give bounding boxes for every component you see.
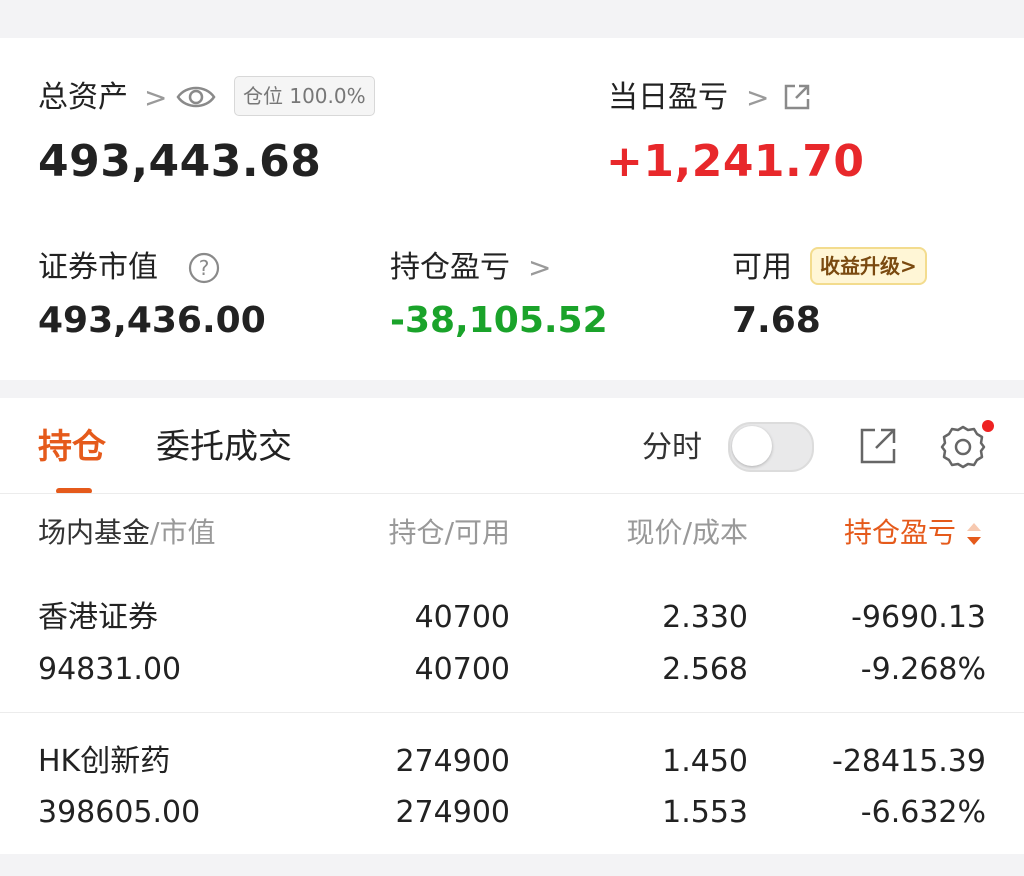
tab-orders[interactable]: 委托成交: [156, 427, 292, 467]
timeshare-toggle[interactable]: [728, 422, 814, 472]
holding-pnl-value: -38,105.52: [390, 300, 608, 341]
fund-name: 香港证券: [38, 600, 158, 635]
tab-divider: [0, 493, 1024, 494]
column-header-holding[interactable]: 持仓/可用: [389, 516, 510, 550]
column-header-fund-main: 场内基金: [38, 516, 151, 549]
holding-qty: 40700: [414, 600, 510, 635]
column-header-holding-main: 持仓: [388, 516, 445, 549]
holding-pnl-pct: -9.268%: [860, 652, 986, 687]
available-label: 可用: [732, 250, 792, 285]
share-external-icon[interactable]: [858, 426, 898, 470]
column-header-fund[interactable]: 场内基金/市值: [38, 516, 215, 550]
available-qty: 40700: [414, 652, 510, 687]
column-header-pnl-label: 持仓盈亏: [844, 516, 957, 549]
upgrade-earnings-badge[interactable]: 收益升级>: [810, 247, 927, 285]
timeshare-label: 分时: [642, 430, 702, 465]
notification-dot: [982, 420, 994, 432]
daily-pnl-label[interactable]: 当日盈亏: [608, 80, 728, 116]
column-header-fund-sub: /市值: [150, 516, 216, 549]
share-external-icon[interactable]: [782, 82, 812, 116]
gear-icon[interactable]: [940, 424, 986, 474]
chevron-right-icon[interactable]: >: [528, 250, 551, 286]
holding-pnl-pct: -6.632%: [860, 795, 986, 830]
holding-pnl: -28415.39: [832, 744, 986, 779]
column-header-price-main: 现价: [626, 516, 683, 549]
column-header-price-sub: /成本: [682, 516, 748, 549]
holding-qty: 274900: [395, 744, 510, 779]
cost-price: 1.553: [662, 795, 748, 830]
chevron-right-icon[interactable]: >: [746, 80, 769, 116]
column-header-holding-sub: /可用: [444, 516, 510, 549]
available-value: 7.68: [732, 300, 821, 341]
tab-positions[interactable]: 持仓: [38, 427, 106, 467]
column-header-price[interactable]: 现价/成本: [627, 516, 748, 550]
total-assets-value: 493,443.68: [38, 136, 322, 187]
current-price: 2.330: [662, 600, 748, 635]
chevron-right-icon[interactable]: >: [144, 80, 167, 116]
market-value: 398605.00: [38, 795, 201, 830]
holding-pnl-label[interactable]: 持仓盈亏: [390, 250, 510, 286]
securities-value-label: 证券市值: [38, 250, 158, 285]
market-value: 94831.00: [38, 652, 182, 687]
help-icon[interactable]: ?: [188, 252, 220, 288]
available-qty: 274900: [395, 795, 510, 830]
column-header-pnl[interactable]: 持仓盈亏: [844, 516, 956, 550]
position-ratio-badge: 仓位 100.0%: [234, 76, 375, 116]
svg-text:?: ?: [199, 256, 210, 280]
row-divider: [0, 712, 1024, 713]
current-price: 1.450: [662, 744, 748, 779]
securities-value: 493,436.00: [38, 300, 266, 341]
total-assets-label[interactable]: 总资产: [38, 80, 128, 116]
toggle-knob: [732, 426, 772, 466]
eye-icon[interactable]: [176, 82, 216, 116]
cost-price: 2.568: [662, 652, 748, 687]
daily-pnl-value: +1,241.70: [606, 136, 865, 187]
fund-name: HK创新药: [38, 744, 171, 779]
sort-icon[interactable]: [964, 520, 984, 552]
holding-pnl: -9690.13: [851, 600, 986, 635]
